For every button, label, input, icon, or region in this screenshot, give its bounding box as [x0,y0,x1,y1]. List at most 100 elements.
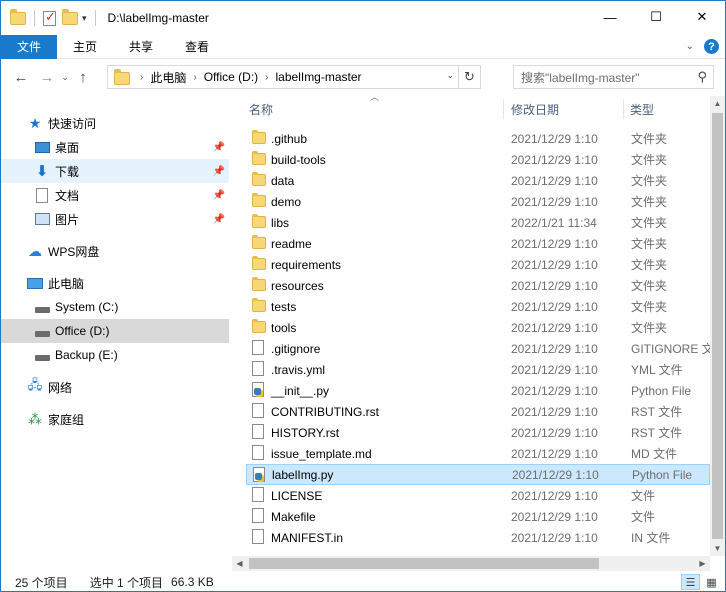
tab-file[interactable]: 文件 [1,34,57,59]
table-row[interactable]: data 2021/12/29 1:10 文件夹 [246,170,710,191]
vertical-scroll-thumb[interactable] [712,113,723,539]
new-folder-icon[interactable] [62,8,78,25]
column-header-type[interactable]: 类型 [630,96,654,122]
nav-homegroup[interactable]: ⁂ 家庭组 [1,407,229,431]
nav-item-documents[interactable]: 文档 📌 [1,183,229,207]
nav-drive-c[interactable]: System (C:) [1,295,229,319]
file-type: 文件 [631,489,656,503]
minimize-button[interactable]: — [587,1,633,33]
nav-drive-e[interactable]: Backup (E:) [1,343,229,367]
table-row[interactable]: tests 2021/12/29 1:10 文件夹 [246,296,710,317]
breadcrumb-this-pc[interactable]: 此电脑 [150,69,186,86]
table-row[interactable]: __init__.py 2021/12/29 1:10 Python File [246,380,710,401]
scroll-right-icon[interactable]: ▶ [695,556,710,571]
column-divider[interactable] [503,99,504,119]
details-view-icon[interactable]: ☰ [681,574,700,590]
pin-icon[interactable]: 📌 [213,214,225,225]
address-history-dropdown-icon[interactable]: ⌄ [446,70,454,81]
file-date: 2021/12/29 1:10 [511,194,598,209]
file-type: GITIGNORE 文 [631,342,710,356]
recent-locations-dropdown-icon[interactable]: ⌄ [58,72,72,83]
pin-icon[interactable]: 📌 [213,190,225,201]
horizontal-scroll-thumb[interactable] [249,558,599,569]
nav-quick-access[interactable]: ★ 快速访问 [1,111,229,135]
breadcrumb-drive-d[interactable]: Office (D:) [204,70,258,84]
table-row[interactable]: .gitignore 2021/12/29 1:10 GITIGNORE 文 [246,338,710,359]
vertical-scrollbar[interactable]: ▲ ▼ [710,96,725,556]
expand-ribbon-chevron-icon[interactable]: ⌄ [686,41,694,52]
table-row[interactable]: tools 2021/12/29 1:10 文件夹 [246,317,710,338]
folder-icon [252,298,266,312]
breadcrumb-labelimg-master[interactable]: labelImg-master [276,70,362,84]
table-row[interactable]: libs 2022/1/21 11:34 文件夹 [246,212,710,233]
chevron-right-icon[interactable]: › [193,72,196,83]
table-row[interactable]: issue_template.md 2021/12/29 1:10 MD 文件 [246,443,710,464]
column-header-name[interactable]: 名称 [249,96,273,122]
table-row[interactable]: labelImg.py 2021/12/29 1:10 Python File [246,464,710,485]
file-icon [252,508,264,523]
search-input[interactable]: 搜索"labelImg-master" ⚲ [513,65,714,89]
scroll-up-icon[interactable]: ▲ [710,96,725,111]
tab-view[interactable]: 查看 [169,35,225,59]
large-icons-view-icon[interactable]: ▦ [702,574,721,590]
table-row[interactable]: readme 2021/12/29 1:10 文件夹 [246,233,710,254]
computer-icon [27,275,43,291]
file-name: data [271,173,295,188]
scroll-down-icon[interactable]: ▼ [710,541,725,556]
table-row[interactable]: LICENSE 2021/12/29 1:10 文件 [246,485,710,506]
table-row[interactable]: HISTORY.rst 2021/12/29 1:10 RST 文件 [246,422,710,443]
up-button[interactable]: ↑ [72,66,94,88]
nav-item-pictures[interactable]: 图片 📌 [1,207,229,231]
file-date: 2021/12/29 1:10 [511,404,598,419]
table-row[interactable]: build-tools 2021/12/29 1:10 文件夹 [246,149,710,170]
horizontal-scrollbar[interactable]: ◀ ▶ [232,556,710,571]
nav-this-pc[interactable]: 此电脑 [1,271,229,295]
table-row[interactable]: requirements 2021/12/29 1:10 文件夹 [246,254,710,275]
file-type: 文件夹 [631,195,668,209]
table-row[interactable]: CONTRIBUTING.rst 2021/12/29 1:10 RST 文件 [246,401,710,422]
table-row[interactable]: .travis.yml 2021/12/29 1:10 YML 文件 [246,359,710,380]
scroll-left-icon[interactable]: ◀ [232,556,247,571]
column-header-date[interactable]: 修改日期 [511,96,559,122]
nav-item-desktop[interactable]: 桌面 📌 [1,135,229,159]
quick-access-toolbar: ▾ [1,1,98,35]
chevron-right-icon[interactable]: › [265,72,268,83]
chevron-right-icon[interactable]: › [140,72,143,83]
tab-share[interactable]: 共享 [113,35,169,59]
nav-network[interactable]: 🖧 网络 [1,375,229,399]
nav-wps-cloud[interactable]: ☁ WPS网盘 [1,239,229,263]
folder-icon [252,172,266,186]
search-icon[interactable]: ⚲ [697,69,707,85]
forward-button[interactable]: → [36,66,58,88]
table-row[interactable]: MANIFEST.in 2021/12/29 1:10 IN 文件 [246,527,710,548]
file-name: .github [271,131,308,146]
search-placeholder: 搜索"labelImg-master" [521,70,640,85]
column-divider[interactable] [623,99,624,119]
refresh-button[interactable]: ↻ [458,66,480,88]
toolbar-divider [94,10,96,26]
maximize-button[interactable]: ☐ [633,1,679,33]
properties-icon[interactable] [43,9,56,26]
view-switcher: ☰ ▦ [681,574,721,590]
table-row[interactable]: Makefile 2021/12/29 1:10 文件 [246,506,710,527]
table-row[interactable]: demo 2021/12/29 1:10 文件夹 [246,191,710,212]
file-name: resources [271,278,324,293]
table-row[interactable]: .github 2021/12/29 1:10 文件夹 [246,128,710,149]
help-icon[interactable]: ? [704,39,719,54]
file-name: libs [271,215,290,230]
nav-drive-d[interactable]: Office (D:) [1,319,229,343]
nav-label: 网络 [48,380,73,395]
tab-home[interactable]: 主页 [57,35,113,59]
nav-item-downloads[interactable]: ⬇ 下载 📌 [1,159,229,183]
back-button[interactable]: ← [10,66,32,88]
file-date: 2021/12/29 1:10 [511,509,598,524]
address-bar[interactable]: › 此电脑 › Office (D:) › labelImg-master ⌄ … [107,65,481,89]
close-button[interactable]: ✕ [679,1,725,33]
file-name: readme [271,236,312,251]
customize-toolbar-dropdown-icon[interactable]: ▾ [82,13,87,24]
file-type: 文件夹 [631,258,668,272]
pin-icon[interactable]: 📌 [213,166,225,177]
table-row[interactable]: resources 2021/12/29 1:10 文件夹 [246,275,710,296]
file-name: issue_template.md [271,446,372,461]
pin-icon[interactable]: 📌 [213,142,225,153]
